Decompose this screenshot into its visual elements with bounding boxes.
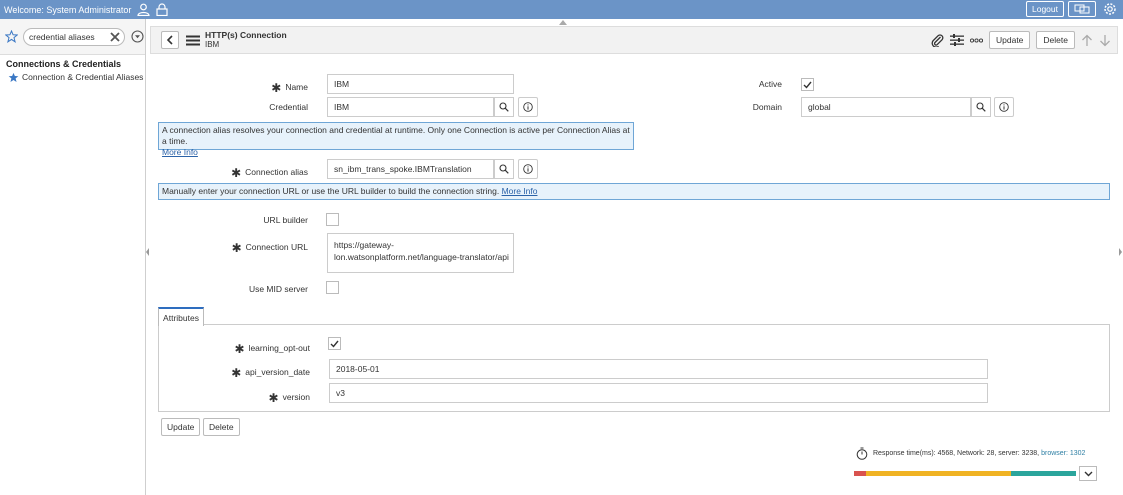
form-container: HTTP(s) Connection IBM Update Delete ✱ N… bbox=[150, 19, 1118, 495]
url-builder-label: URL builder bbox=[263, 215, 308, 225]
required-icon: ✱ bbox=[231, 366, 242, 380]
connection-url-label: ✱ Connection URL bbox=[231, 241, 308, 255]
footer-update-button[interactable]: Update bbox=[161, 418, 201, 436]
response-bar-network bbox=[854, 471, 866, 476]
page-subtitle: IBM bbox=[205, 40, 220, 49]
update-button[interactable]: Update bbox=[989, 31, 1031, 49]
response-bar-browser bbox=[1011, 471, 1076, 476]
connection-alias-field[interactable]: sn_ibm_trans_spoke.IBMTranslation bbox=[327, 159, 494, 179]
info-icon bbox=[999, 102, 1009, 112]
more-icon[interactable] bbox=[970, 37, 983, 43]
active-checkbox[interactable] bbox=[801, 78, 814, 91]
impersonate-button[interactable] bbox=[1068, 1, 1096, 17]
mid-server-label: Use MID server bbox=[248, 284, 308, 294]
connection-url-textarea[interactable]: https://gateway-lon.watsonplatform.net/l… bbox=[327, 233, 514, 273]
gear-icon[interactable] bbox=[1103, 2, 1117, 16]
menu-icon[interactable] bbox=[186, 35, 200, 46]
connection-alias-label: ✱ Connection alias bbox=[231, 166, 308, 180]
credential-label: Credential bbox=[269, 102, 308, 112]
credential-field[interactable]: IBM bbox=[327, 97, 494, 117]
nav-filter-bar: credential aliases bbox=[0, 19, 145, 55]
close-icon[interactable] bbox=[108, 30, 122, 46]
url-info-message: Manually enter your connection URL or us… bbox=[158, 183, 1110, 200]
page-title: HTTP(s) Connection bbox=[205, 30, 287, 40]
required-icon: ✱ bbox=[271, 81, 282, 95]
lock-icon[interactable] bbox=[156, 3, 168, 16]
options-icon[interactable] bbox=[131, 30, 144, 43]
more-info-link[interactable]: More Info bbox=[502, 186, 538, 196]
star-icon[interactable] bbox=[8, 72, 19, 83]
api-version-date-label: ✱ api_version_date bbox=[231, 366, 310, 380]
welcome-text: Welcome: System Administrator bbox=[4, 4, 132, 15]
name-label: ✱ Name bbox=[271, 81, 308, 95]
search-icon bbox=[499, 102, 509, 112]
arrow-down-icon[interactable] bbox=[1099, 34, 1111, 47]
learning-opt-out-checkbox[interactable] bbox=[328, 337, 341, 350]
alias-info-message: A connection alias resolves your connect… bbox=[158, 122, 634, 157]
credential-lookup-button[interactable] bbox=[494, 97, 514, 117]
required-icon: ✱ bbox=[231, 166, 242, 180]
chevron-left-icon bbox=[166, 35, 173, 45]
learning-opt-out-label: ✱ learning_opt-out bbox=[234, 342, 311, 356]
logout-button[interactable]: Logout bbox=[1026, 1, 1064, 17]
checkmark-icon bbox=[803, 81, 812, 89]
search-icon bbox=[976, 102, 986, 112]
delete-button[interactable]: Delete bbox=[1036, 31, 1075, 49]
domain-label: Domain bbox=[752, 102, 782, 112]
info-icon bbox=[523, 164, 533, 174]
star-icon[interactable] bbox=[5, 30, 18, 43]
application-navigator: credential aliases Connections & Credent… bbox=[0, 19, 146, 495]
sliders-icon[interactable] bbox=[950, 34, 964, 46]
footer-delete-button[interactable]: Delete bbox=[203, 418, 240, 436]
stopwatch-icon bbox=[856, 447, 868, 460]
alias-lookup-button[interactable] bbox=[494, 159, 514, 179]
alias-info-button[interactable] bbox=[518, 159, 538, 179]
version-field[interactable]: v3 bbox=[329, 383, 988, 403]
nav-item-connection-credential-aliases[interactable]: Connection & Credential Aliases bbox=[0, 71, 145, 83]
header-actions: Update Delete bbox=[931, 31, 1111, 49]
banner-actions: Logout bbox=[1026, 1, 1117, 17]
domain-field[interactable]: global bbox=[801, 97, 971, 117]
nav-section-title[interactable]: Connections & Credentials bbox=[0, 55, 145, 71]
user-icon[interactable] bbox=[137, 3, 150, 16]
domain-info-button[interactable] bbox=[994, 97, 1014, 117]
collapse-right-icon[interactable] bbox=[1118, 248, 1122, 256]
chat-icon bbox=[1074, 4, 1090, 14]
domain-lookup-button[interactable] bbox=[971, 97, 991, 117]
back-button[interactable] bbox=[161, 31, 179, 49]
nav-filter-input[interactable]: credential aliases bbox=[23, 27, 125, 46]
name-field[interactable]: IBM bbox=[327, 74, 514, 94]
chevron-down-icon bbox=[1084, 471, 1092, 476]
mid-server-checkbox[interactable] bbox=[326, 281, 339, 294]
version-label: ✱ version bbox=[268, 391, 310, 405]
required-icon: ✱ bbox=[231, 241, 242, 255]
info-icon bbox=[523, 102, 533, 112]
response-toggle-button[interactable] bbox=[1079, 466, 1097, 481]
top-banner: Welcome: System Administrator Logout bbox=[0, 0, 1123, 19]
response-time: Response time(ms): 4568, Network: 28, se… bbox=[856, 447, 1085, 460]
more-info-link[interactable]: More Info bbox=[162, 147, 198, 157]
form-header: HTTP(s) Connection IBM Update Delete bbox=[150, 26, 1118, 54]
credential-info-button[interactable] bbox=[518, 97, 538, 117]
tab-attributes[interactable]: Attributes bbox=[158, 307, 204, 326]
form-title: HTTP(s) Connection IBM bbox=[205, 30, 287, 50]
api-version-date-field[interactable]: 2018-05-01 bbox=[329, 359, 988, 379]
checkmark-icon bbox=[330, 340, 339, 348]
response-bar-server bbox=[866, 471, 1011, 476]
search-icon bbox=[499, 164, 509, 174]
active-label: Active bbox=[758, 79, 782, 89]
required-icon: ✱ bbox=[234, 342, 245, 356]
url-builder-checkbox[interactable] bbox=[326, 213, 339, 226]
paperclip-icon[interactable] bbox=[931, 33, 944, 47]
required-icon: ✱ bbox=[268, 391, 279, 405]
arrow-up-icon[interactable] bbox=[1081, 34, 1093, 47]
